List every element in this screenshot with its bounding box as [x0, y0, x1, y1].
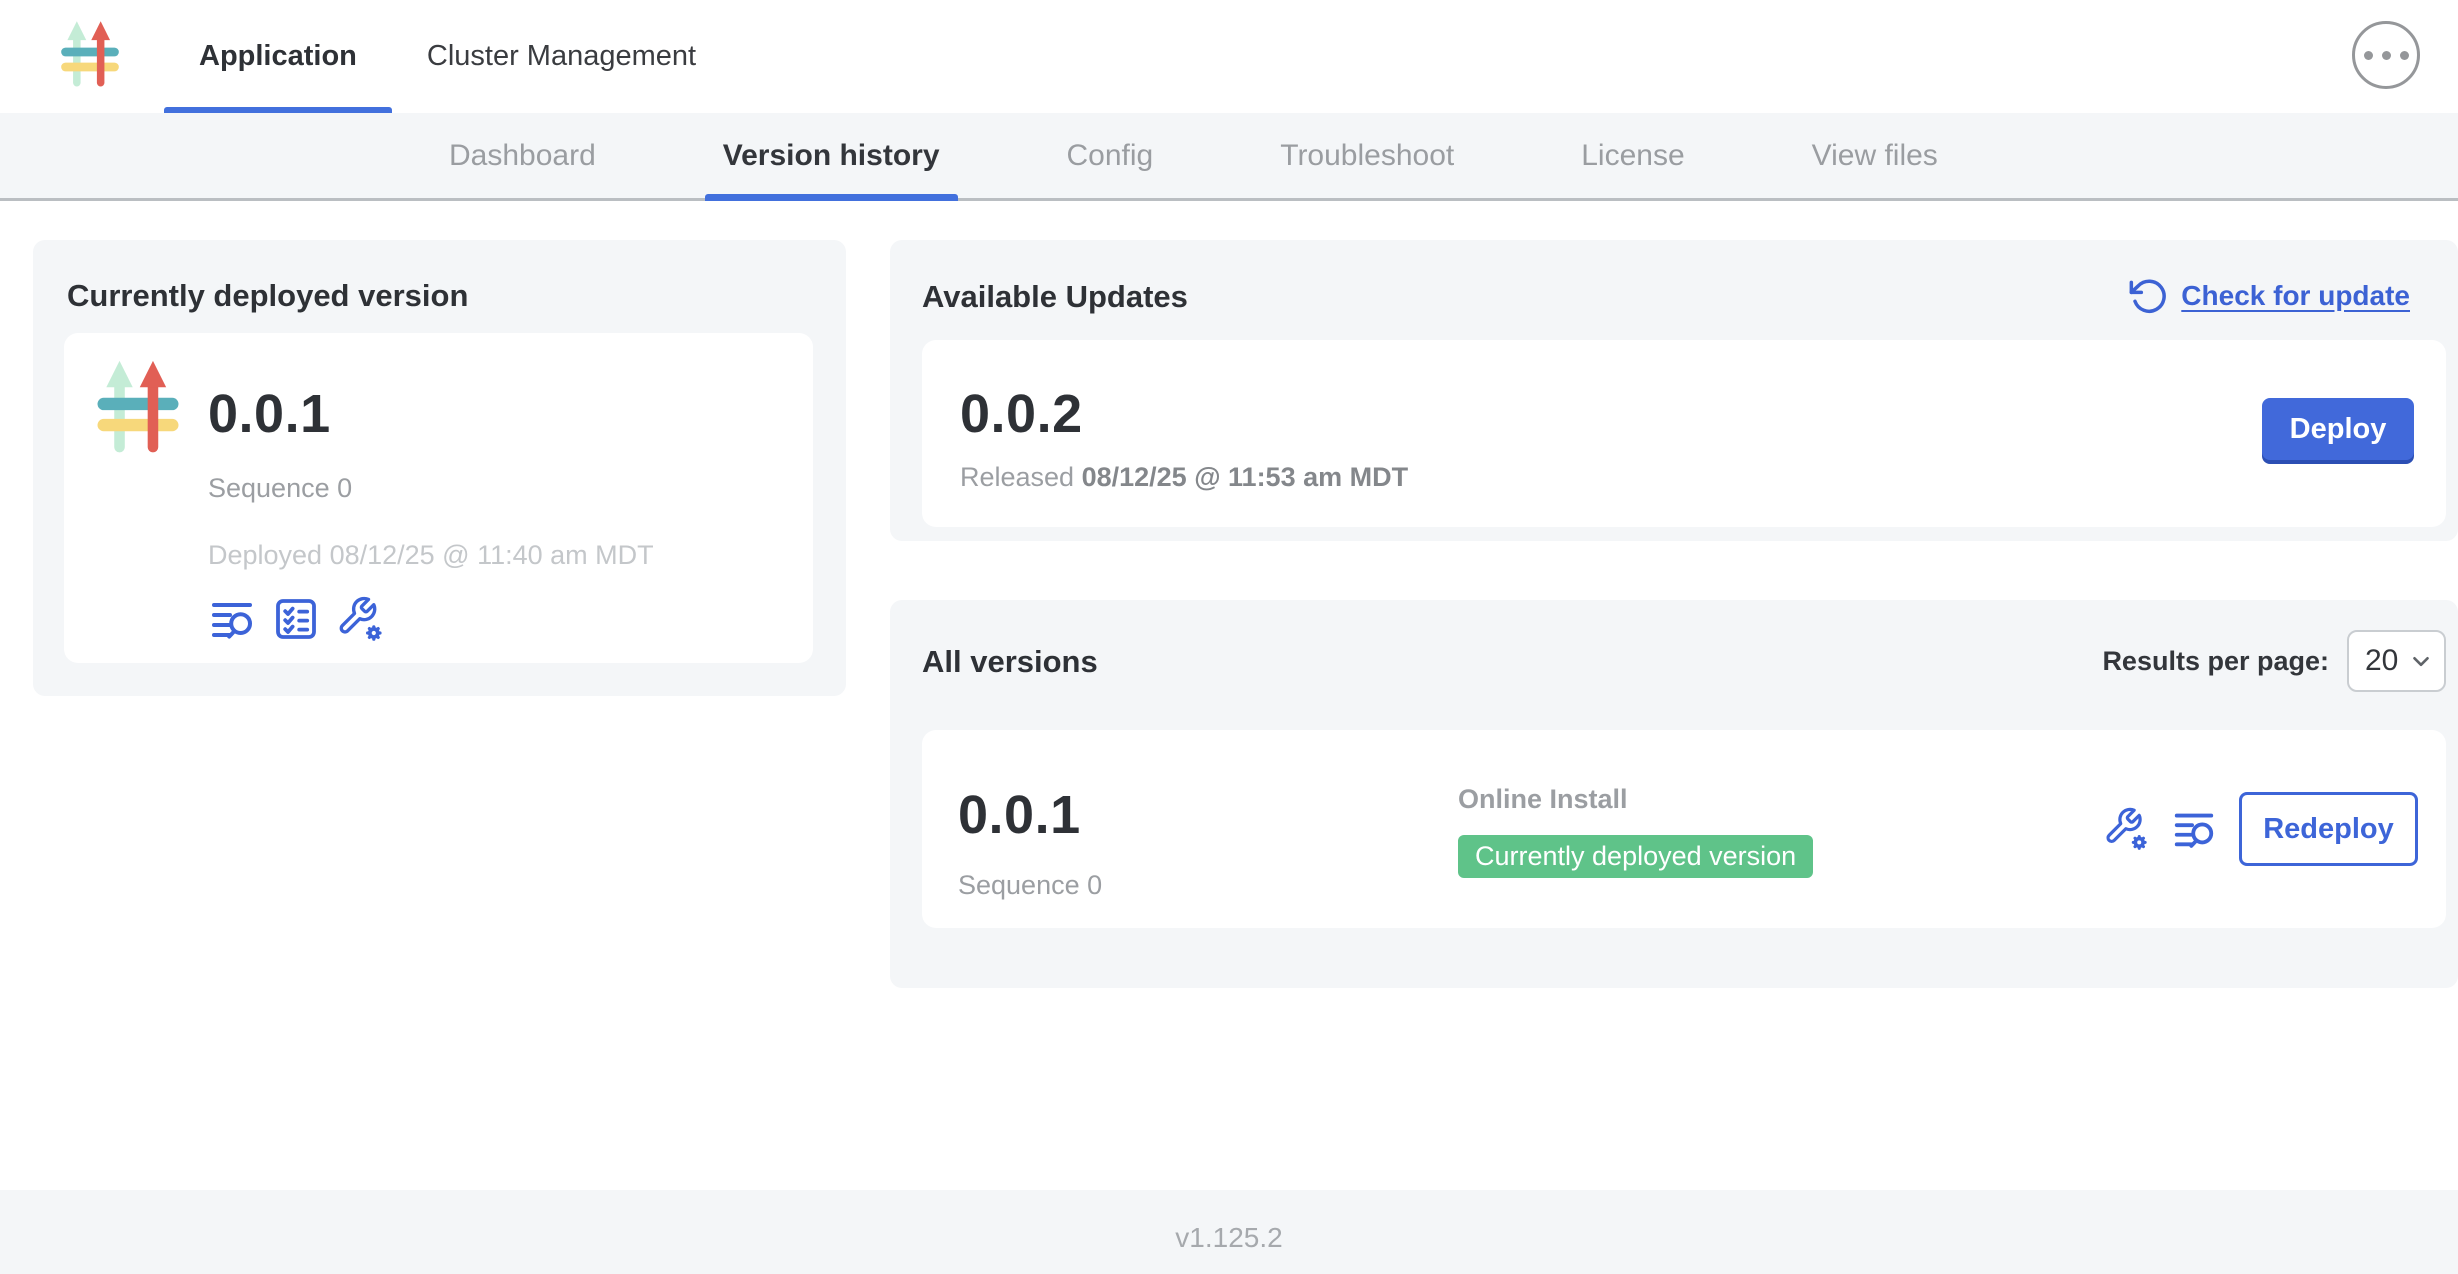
console-version: v1.125.2 [1175, 1224, 1282, 1274]
preflight-checks-icon[interactable] [272, 595, 320, 643]
row-sequence: Sequence 0 [958, 872, 1102, 899]
check-for-update-link[interactable]: Check for update [2127, 276, 2410, 316]
view-diff-icon[interactable] [208, 595, 256, 643]
subnav-view-files[interactable]: View files [1794, 113, 1956, 198]
row-version-number: 0.0.1 [958, 788, 1081, 842]
app-footer: v1.125.2 [0, 1190, 2458, 1274]
config-wrench-icon[interactable] [2103, 806, 2149, 852]
all-versions-card: All versions Results per page: 20 0.0.1 [890, 600, 2458, 988]
deployed-version-actions [208, 595, 654, 643]
deployed-version-panel: 0.0.1 Sequence 0 Deployed 08/12/25 @ 11:… [64, 333, 813, 663]
deployed-timestamp: Deployed 08/12/25 @ 11:40 am MDT [208, 542, 654, 569]
results-per-page-select[interactable]: 20 [2347, 630, 2446, 692]
refresh-icon [2127, 276, 2167, 316]
active-subnav-underline [705, 194, 958, 201]
currently-deployed-card: Currently deployed version 0.0.1 Sequenc… [33, 240, 846, 696]
version-row: 0.0.1 Sequence 0 Online Install Currentl… [922, 730, 2446, 928]
tab-cluster-management[interactable]: Cluster Management [392, 0, 731, 113]
check-for-update-label: Check for update [2181, 280, 2410, 312]
redeploy-button[interactable]: Redeploy [2239, 792, 2418, 866]
ellipsis-icon [2364, 51, 2373, 60]
deployed-version-number: 0.0.1 [208, 387, 654, 441]
view-diff-icon[interactable] [2171, 806, 2217, 852]
currently-deployed-badge: Currently deployed version [1458, 835, 1813, 878]
available-update-row: 0.0.2 Released 08/12/25 @ 11:53 am MDT D… [922, 340, 2446, 527]
app-logo-icon [55, 20, 125, 94]
chevron-down-icon [2408, 648, 2434, 674]
install-type-label: Online Install [1458, 786, 1813, 813]
app-header: Application Cluster Management [0, 0, 2458, 113]
header-tabs: Application Cluster Management [164, 0, 731, 113]
all-versions-title: All versions [922, 646, 1098, 677]
tab-application-label: Application [199, 40, 357, 73]
all-versions-header: All versions Results per page: 20 [890, 600, 2458, 692]
subnav-troubleshoot[interactable]: Troubleshoot [1262, 113, 1472, 198]
subnav-dashboard[interactable]: Dashboard [431, 113, 614, 198]
currently-deployed-title: Currently deployed version [67, 280, 846, 311]
app-subnav: Dashboard Version history Config Trouble… [0, 113, 2458, 201]
overflow-menu-button[interactable] [2352, 21, 2420, 89]
update-released-timestamp: Released 08/12/25 @ 11:53 am MDT [960, 464, 1408, 491]
available-updates-title: Available Updates [922, 281, 1188, 312]
subnav-config[interactable]: Config [1049, 113, 1172, 198]
results-per-page-value: 20 [2365, 644, 2398, 678]
subnav-version-history[interactable]: Version history [705, 113, 958, 198]
row-actions: Redeploy [2103, 792, 2418, 866]
app-logo-icon [94, 359, 182, 463]
tab-application[interactable]: Application [164, 0, 392, 113]
results-per-page: Results per page: 20 [2102, 630, 2446, 692]
deploy-button[interactable]: Deploy [2262, 398, 2414, 460]
update-version-number: 0.0.2 [960, 387, 1083, 441]
main-content: Currently deployed version 0.0.1 Sequenc… [0, 204, 2458, 1190]
subnav-license[interactable]: License [1563, 113, 1702, 198]
deployed-version-info: 0.0.1 Sequence 0 Deployed 08/12/25 @ 11:… [208, 359, 654, 663]
row-install-info: Online Install Currently deployed versio… [1458, 786, 1813, 878]
results-per-page-label: Results per page: [2102, 648, 2329, 675]
admin-console: Application Cluster Management Dashboard… [0, 0, 2458, 1274]
tab-cluster-management-label: Cluster Management [427, 40, 696, 73]
config-wrench-icon[interactable] [336, 595, 384, 643]
available-updates-card: Available Updates Check for update 0.0.2… [890, 240, 2458, 541]
available-updates-header: Available Updates Check for update [890, 240, 2458, 316]
deployed-sequence: Sequence 0 [208, 475, 654, 502]
